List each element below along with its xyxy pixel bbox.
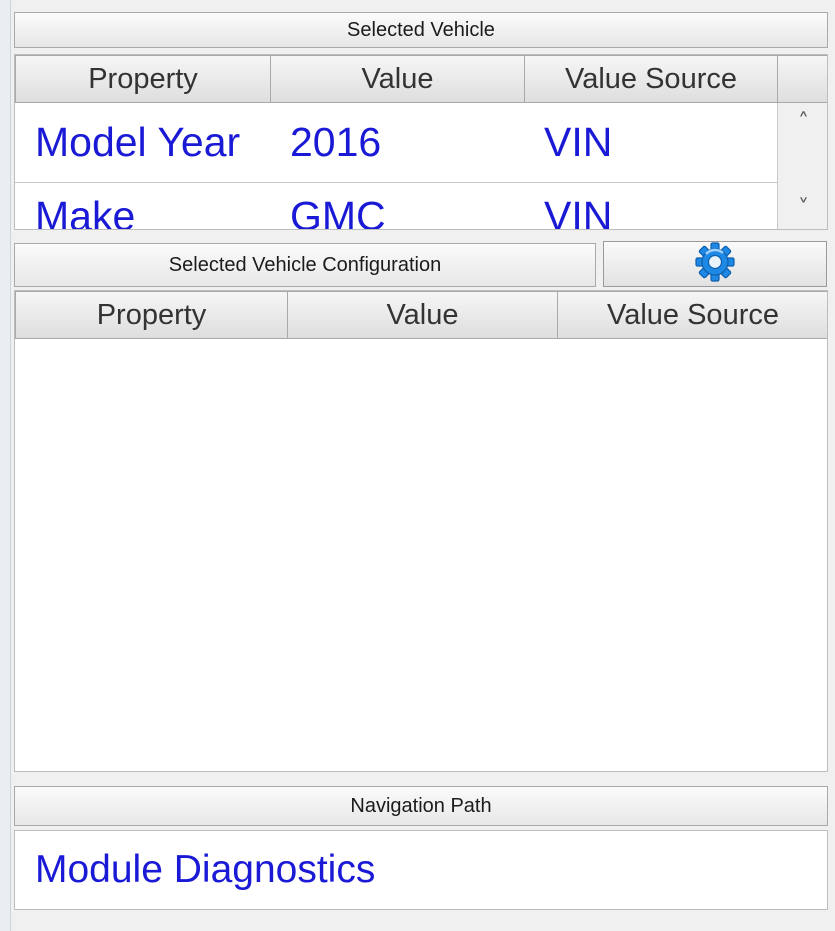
vehicle-configuration-grid[interactable]: Property Value Value Source [14, 290, 828, 772]
table-row-model-year-value[interactable]: 2016 [270, 103, 525, 183]
configuration-settings-button[interactable] [603, 241, 827, 287]
selected-vehicle-title: Selected Vehicle [347, 18, 495, 41]
vehicle-panel: Selected Vehicle Property Value Value So… [0, 0, 835, 931]
table-row-make-source[interactable]: VIN [524, 183, 778, 229]
vehicle-configuration-header: Selected Vehicle Configuration [14, 243, 596, 287]
navigation-path-header: Navigation Path [14, 786, 828, 826]
navigation-path-title: Navigation Path [350, 794, 492, 817]
gear-icon [692, 241, 738, 287]
column-header-value-source[interactable]: Value Source [524, 55, 778, 103]
table-row-model-year-source[interactable]: VIN [524, 103, 778, 183]
selected-vehicle-header: Selected Vehicle [14, 12, 828, 48]
scroll-down-icon[interactable]: ˅ [778, 189, 827, 229]
config-column-header-value[interactable]: Value [287, 291, 558, 339]
navigation-path-value: Module Diagnostics [14, 830, 828, 910]
table-row-model-year-property[interactable]: Model Year [15, 103, 271, 183]
config-column-header-value-source[interactable]: Value Source [557, 291, 827, 339]
selected-vehicle-grid[interactable]: Property Value Value Source Model Year 2… [14, 54, 828, 230]
vertical-scrollbar[interactable]: ˄ ˅ [777, 103, 827, 229]
panel-left-edge [0, 0, 11, 931]
column-header-property[interactable]: Property [15, 55, 271, 103]
vehicle-configuration-title: Selected Vehicle Configuration [168, 253, 442, 276]
config-column-header-property[interactable]: Property [15, 291, 288, 339]
scroll-up-icon[interactable]: ˄ [778, 103, 827, 143]
table-row-make-property[interactable]: Make [15, 183, 271, 229]
scrollbar-header [777, 55, 827, 103]
table-row-make-value[interactable]: GMC [270, 183, 525, 229]
column-header-value[interactable]: Value [270, 55, 525, 103]
navigation-path-text: Module Diagnostics [35, 848, 376, 891]
